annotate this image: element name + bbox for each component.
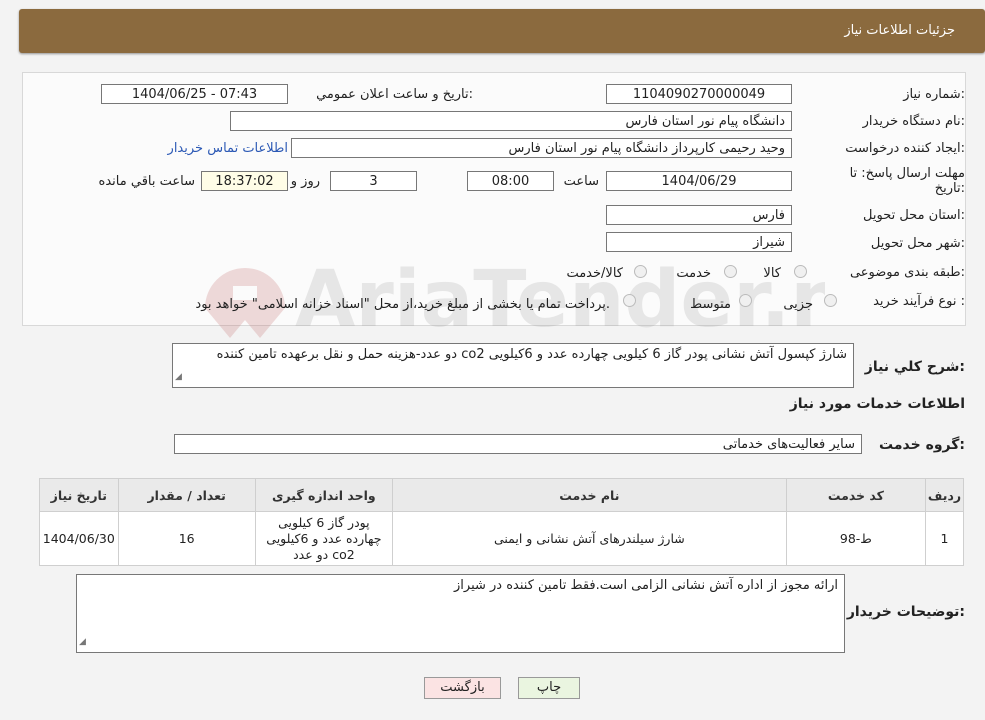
province-label: استان محل تحویل: (863, 208, 965, 223)
col-header-row: ردیف (925, 478, 964, 512)
remaining-time-field: 18:37:02 (201, 171, 288, 191)
back-button[interactable]: بازگشت (424, 677, 501, 699)
buyer-notes-textarea[interactable]: ارائه مجوز از اداره آتش نشانی الزامی است… (76, 574, 845, 653)
process-minor-label: جزیی (783, 297, 813, 312)
cell-service-code: ط-98 (785, 511, 927, 566)
need-number-label: شماره نیاز: (903, 87, 965, 102)
creator-field: وحید رحیمی کارپرداز دانشگاه پیام نور است… (291, 138, 792, 158)
cell-row-number: 1 (925, 511, 964, 566)
deadline-date-field: 1404/06/29 (606, 171, 792, 191)
description-text: شارژ کپسول آتش نشانی پودر گاز 6 کیلویی چ… (216, 347, 847, 362)
col-header-service-code: کد خدمت (785, 478, 927, 512)
process-minor-radio[interactable] (824, 294, 837, 307)
table-row: 1404/06/30 16 پودر گاز 6 کیلویی چهارده ع… (39, 511, 964, 566)
cell-service-name: شارژ سیلندرهای آتش نشانی و ایمنی (391, 511, 787, 566)
service-group-label: گروه خدمت: (879, 437, 965, 453)
col-header-date: تاریخ نیاز (39, 478, 119, 512)
announce-datetime-field: 1404/06/25 - 07:43 (101, 84, 288, 104)
col-header-qty: تعداد / مقدار (117, 478, 256, 512)
services-table: تاریخ نیاز تعداد / مقدار واحد اندازه گیر… (39, 478, 964, 566)
print-button[interactable]: چاپ (518, 677, 580, 699)
service-group-field: سایر فعالیت‌های خدماتی (174, 434, 862, 454)
process-medium-label: متوسط (690, 297, 731, 312)
process-treasury-radio[interactable] (623, 294, 636, 307)
announce-label: تاریخ و ساعت اعلان عمومي: (316, 87, 473, 102)
buyer-notes-label: توضیحات خریدار: (846, 604, 965, 620)
province-field: فارس (606, 205, 792, 225)
deadline-label-line-1: مهلت ارسال پاسخ: تا (849, 166, 965, 181)
resize-grip-icon[interactable]: ◢ (79, 634, 86, 651)
category-goods-service-label: کالا/خدمت (566, 266, 623, 281)
cell-qty: 16 (117, 511, 256, 566)
process-medium-radio[interactable] (739, 294, 752, 307)
remaining-time-label: ساعت باقي مانده (98, 174, 195, 189)
services-section-title: اطلاعات خدمات مورد نیاز (789, 396, 965, 412)
description-textarea[interactable]: شارژ کپسول آتش نشانی پودر گاز 6 کیلویی چ… (172, 343, 854, 388)
deadline-label-line-2: تاریخ: (934, 181, 965, 196)
category-label: طبقه بندی موضوعی: (849, 265, 965, 280)
category-goods-label: کالا (763, 266, 781, 281)
category-service-radio[interactable] (724, 265, 737, 278)
buyer-notes-text: ارائه مجوز از اداره آتش نشانی الزامی است… (454, 578, 838, 593)
page-header: جزئیات اطلاعات نیاز (19, 9, 985, 53)
col-header-service-name: نام خدمت (391, 478, 787, 512)
deadline-time-field: 08:00 (467, 171, 554, 191)
city-field: شیراز (606, 232, 792, 252)
need-number-field: 1104090270000049 (606, 84, 792, 104)
process-treasury-note: پرداخت تمام یا بخشی از مبلغ خرید،از محل … (195, 297, 610, 312)
deadline-label: مهلت ارسال پاسخ: تا تاریخ: (850, 166, 965, 196)
cell-unit: پودر گاز 6 کیلویی چهارده عدد و 6کیلویی c… (254, 511, 393, 566)
resize-grip-icon[interactable]: ◢ (175, 369, 182, 386)
creator-label: ایجاد کننده درخواست: (845, 141, 965, 156)
category-service-label: خدمت (676, 266, 711, 281)
page-title: جزئیات اطلاعات نیاز (844, 23, 955, 38)
table-header-row: تاریخ نیاز تعداد / مقدار واحد اندازه گیر… (39, 478, 964, 512)
col-header-unit: واحد اندازه گیری (254, 478, 393, 512)
buyer-org-field: دانشگاه پیام نور استان فارس (230, 111, 792, 131)
deadline-time-label: ساعت (563, 174, 599, 189)
cell-date: 1404/06/30 (39, 511, 119, 566)
category-goods-service-radio[interactable] (634, 265, 647, 278)
days-label: روز و (290, 174, 320, 189)
process-type-label: نوع فرآیند خرید : (873, 294, 965, 309)
description-label: شرح کلي نياز: (864, 359, 965, 375)
days-remaining-field: 3 (330, 171, 417, 191)
category-goods-radio[interactable] (794, 265, 807, 278)
buyer-org-label: نام دستگاه خریدار: (862, 114, 965, 129)
city-label: شهر محل تحویل: (870, 236, 965, 251)
buyer-contact-link[interactable]: اطلاعات تماس خریدار (168, 141, 288, 156)
